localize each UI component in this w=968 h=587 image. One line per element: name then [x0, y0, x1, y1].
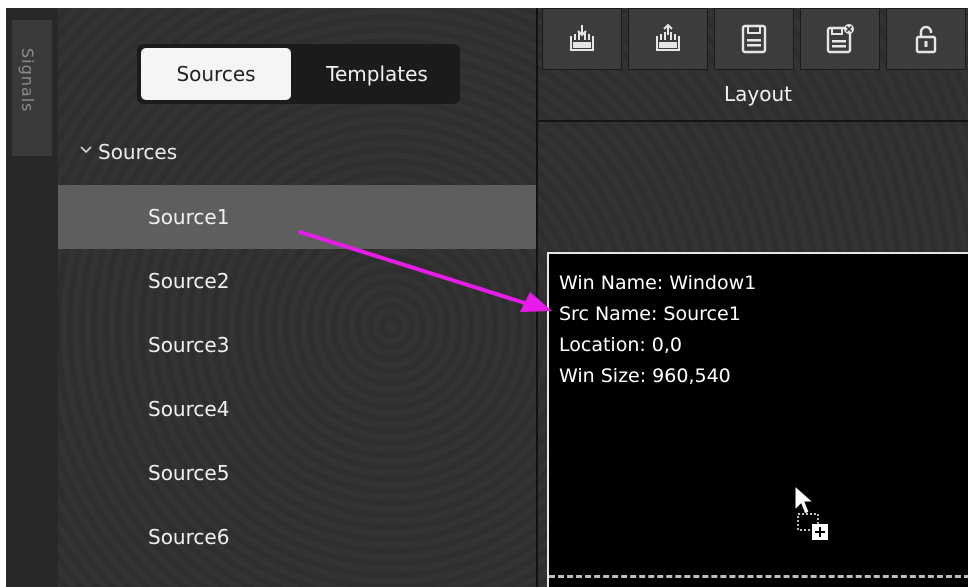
source-name-text: Src Name: Source1	[559, 303, 741, 325]
unlock-icon	[915, 25, 937, 54]
import-layout-icon	[570, 25, 594, 51]
unlock-button[interactable]	[886, 8, 966, 70]
source-item-2[interactable]: Source2	[58, 249, 536, 313]
location-text: Location: 0,0	[559, 334, 683, 356]
dashed-drop-line	[549, 575, 968, 578]
toolbar-divider	[538, 120, 968, 122]
save-as-close-icon	[826, 24, 854, 54]
window-info: Win Name: Window1 Src Name: Source1 Loca…	[559, 268, 756, 392]
layout-toolbar: Layout	[538, 8, 968, 124]
tab-sources[interactable]: Sources	[141, 48, 291, 100]
source-panel: Sources Templates Sources Source1 Source…	[58, 8, 536, 587]
source-item-3[interactable]: Source3	[58, 313, 536, 377]
app-frame: Signals Sources Templates Sources Source…	[6, 8, 968, 587]
sources-tree-header-label: Sources	[98, 140, 178, 164]
export-layout-icon	[656, 23, 680, 51]
layout-group-label: Layout	[724, 82, 792, 106]
signals-side-tab[interactable]: Signals	[6, 8, 58, 587]
save-button[interactable]	[714, 8, 794, 70]
import-layout-button[interactable]	[542, 8, 622, 70]
window-size-text: Win Size: 960,540	[559, 365, 731, 387]
source-item-6[interactable]: Source6	[58, 505, 536, 569]
window-name-text: Win Name: Window1	[559, 272, 757, 294]
save-as-close-button[interactable]	[800, 8, 880, 70]
sources-tree-header[interactable]: Sources	[80, 136, 177, 168]
save-icon	[741, 24, 767, 54]
source-item-1[interactable]: Source1	[58, 185, 536, 249]
signals-tab-label: Signals	[18, 48, 37, 113]
source-item-5[interactable]: Source5	[58, 441, 536, 505]
tab-templates[interactable]: Templates	[297, 48, 457, 100]
source-item-4[interactable]: Source4	[58, 377, 536, 441]
chevron-down-icon[interactable]	[80, 135, 92, 167]
export-layout-button[interactable]	[628, 8, 708, 70]
source-template-toggle: Sources Templates	[137, 44, 460, 104]
layout-window[interactable]: Win Name: Window1 Src Name: Source1 Loca…	[547, 252, 968, 587]
